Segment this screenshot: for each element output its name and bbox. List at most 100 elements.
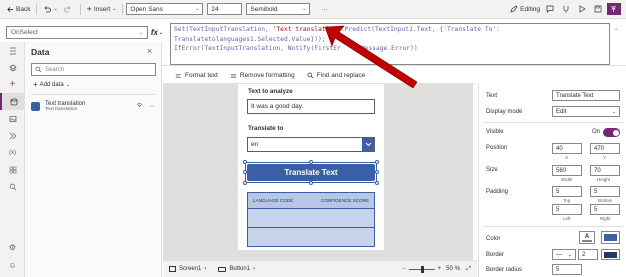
- language-dropdown[interactable]: en: [247, 137, 375, 152]
- separator: [122, 3, 124, 15]
- undo-button[interactable]: ⌄: [40, 2, 60, 17]
- font-family-dropdown[interactable]: Open Sans ⌄: [126, 3, 204, 15]
- search-icon: [307, 72, 314, 79]
- search-rail-icon[interactable]: [0, 178, 25, 195]
- padding-left-input[interactable]: 5: [552, 204, 582, 215]
- button-breadcrumb[interactable]: Button1 ›: [218, 266, 255, 272]
- app-checker-button[interactable]: [559, 2, 575, 17]
- editing-button[interactable]: Editing: [507, 2, 543, 17]
- resize-handle[interactable]: [243, 170, 247, 174]
- results-gallery[interactable]: LANGUAGE CODE CONFIDENCE SCORE: [247, 192, 375, 247]
- border-color-picker[interactable]: [601, 249, 620, 260]
- chevron-down-icon: ⌄: [302, 6, 307, 12]
- chevron-down-icon: ⌄: [65, 81, 70, 88]
- screen-icon: [169, 266, 176, 272]
- settings-rail-icon[interactable]: ⚙: [0, 239, 25, 256]
- back-label: Back: [16, 5, 31, 13]
- advanced-tools-icon[interactable]: [0, 161, 25, 178]
- preview-button[interactable]: [575, 2, 591, 17]
- visible-label: Visible: [486, 129, 504, 135]
- account-icon[interactable]: ☺: [0, 257, 25, 274]
- resize-handle[interactable]: [243, 160, 247, 164]
- remove-formatting-button[interactable]: Remove formatting: [230, 72, 295, 79]
- resize-handle[interactable]: [375, 170, 379, 174]
- data-icon[interactable]: [0, 93, 25, 110]
- zoom-level: 50: [446, 266, 453, 272]
- analyze-label: Text to analyze: [248, 88, 293, 95]
- zoom-in-button[interactable]: +: [438, 266, 442, 272]
- power-automate-icon[interactable]: [0, 127, 25, 144]
- comments-button[interactable]: [543, 2, 559, 17]
- zoom-out-button[interactable]: −: [402, 266, 406, 272]
- font-weight-dropdown[interactable]: Semibold ⌄: [246, 3, 311, 15]
- text-prop-input[interactable]: Translate Text: [552, 90, 620, 101]
- font-family-value: Open Sans: [130, 5, 163, 13]
- data-search-input[interactable]: Search: [31, 63, 156, 76]
- chevron-down-icon: ⌄: [611, 108, 616, 115]
- search-placeholder: Search: [45, 66, 65, 73]
- expand-formula-icon[interactable]: ⌄: [614, 26, 618, 32]
- resize-handle[interactable]: [375, 160, 379, 164]
- size-label: Size: [486, 167, 498, 173]
- save-button[interactable]: [591, 2, 607, 17]
- annotation-arrow: [324, 25, 418, 89]
- publish-button[interactable]: [607, 3, 621, 15]
- right-sublabel: Right: [600, 216, 611, 221]
- screen-breadcrumb[interactable]: Screen1 ›: [169, 266, 206, 272]
- more-button[interactable]: ···: [318, 2, 331, 17]
- border-radius-input[interactable]: 5: [552, 264, 582, 275]
- border-style-dropdown[interactable]: — ⌄: [552, 249, 576, 260]
- redo-button[interactable]: [61, 2, 77, 17]
- padding-bottom-input[interactable]: 5: [590, 186, 620, 197]
- border-width-input[interactable]: 2: [578, 249, 598, 260]
- command-bar: Back ⌄ + Insert ⌄ Open Sans ⌄ 24 Semibol…: [0, 0, 626, 19]
- format-text-button[interactable]: Format text: [175, 72, 218, 79]
- resize-handle[interactable]: [309, 160, 313, 164]
- fit-to-screen-icon[interactable]: ⤢: [466, 266, 471, 273]
- property-dropdown[interactable]: OnSelect ⌄: [6, 26, 148, 39]
- font-color-picker[interactable]: A: [579, 231, 595, 244]
- selection-outline: [245, 162, 377, 183]
- tree-view-icon[interactable]: [0, 42, 25, 59]
- chevron-down-icon: ⌄: [195, 6, 200, 12]
- format-bar: Format text Remove formatting Find and r…: [163, 68, 475, 84]
- insert-plus-icon[interactable]: +: [0, 76, 25, 93]
- layers-icon[interactable]: [0, 59, 25, 76]
- width-sublabel: Width: [561, 177, 573, 182]
- add-data-button[interactable]: + Add data ⌄: [33, 80, 70, 89]
- resize-handle[interactable]: [375, 181, 379, 185]
- resize-handle[interactable]: [243, 181, 247, 185]
- separator: [79, 3, 81, 15]
- padding-right-input[interactable]: 5: [590, 204, 620, 215]
- resize-handle[interactable]: [309, 181, 313, 185]
- formula-line-2: Translatetolanguages1.Selected.Value}));: [174, 35, 326, 43]
- fill-color-picker[interactable]: [601, 231, 620, 244]
- back-button[interactable]: Back: [4, 2, 33, 17]
- media-icon[interactable]: [0, 110, 25, 127]
- variables-icon[interactable]: (x): [0, 144, 25, 161]
- position-y-input[interactable]: 470: [590, 143, 620, 154]
- padding-top-input[interactable]: 5: [552, 186, 582, 197]
- editing-label: Editing: [520, 5, 540, 13]
- font-size-input[interactable]: 24: [207, 3, 243, 15]
- data-source-name: Text translation: [45, 100, 86, 107]
- position-x-input[interactable]: 40: [552, 143, 582, 154]
- language-code-header: LANGUAGE CODE: [253, 198, 294, 203]
- more-options-icon[interactable]: ⋯: [149, 103, 155, 110]
- language-value: en: [251, 141, 259, 148]
- chevron-down-icon: [362, 138, 374, 151]
- close-icon[interactable]: ×: [147, 46, 152, 56]
- display-mode-dropdown[interactable]: Edit ⌄: [552, 106, 620, 117]
- height-input[interactable]: 70: [590, 165, 620, 176]
- width-input[interactable]: 560: [552, 165, 582, 176]
- insert-label: Insert: [93, 5, 111, 13]
- data-source-item[interactable]: Text translation Text translation ⋯: [31, 98, 159, 114]
- color-label: Color: [486, 236, 501, 242]
- visible-toggle[interactable]: [603, 128, 620, 137]
- publish-icon: [610, 6, 616, 12]
- zoom-slider[interactable]: [408, 265, 435, 273]
- save-icon: [594, 5, 602, 13]
- chevron-down-icon: ⌄: [53, 6, 58, 12]
- insert-button[interactable]: + Insert ⌄: [84, 2, 120, 17]
- text-input-analyze[interactable]: It was a good day.: [247, 99, 375, 114]
